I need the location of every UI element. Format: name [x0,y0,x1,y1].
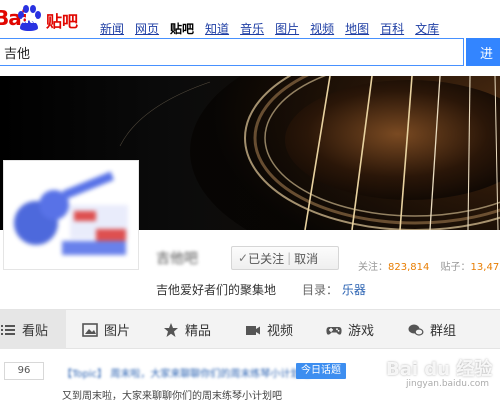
nav-web[interactable]: 网页 [135,20,159,37]
nav-zhidao[interactable]: 知道 [205,20,229,37]
forum-name: 吉他吧 [156,251,198,267]
nav-tieba[interactable]: 贴吧 [170,20,194,37]
watermark-logo-text: Bai du 经验 [386,359,493,380]
followed-label: 已关注 [248,251,285,266]
tab-label: 看贴 [22,324,49,339]
category-link[interactable]: 乐器 [342,283,366,297]
reply-count-badge: 96 [4,362,44,380]
image-icon [82,322,98,337]
forum-avatar[interactable] [3,160,139,270]
tab-groups[interactable]: 群组 [408,310,456,349]
chat-bubbles-icon [408,324,424,336]
video-icon [246,325,260,335]
nav-images[interactable]: 图片 [275,20,299,37]
gamepad-icon [326,326,342,335]
tab-label: 视频 [267,324,294,339]
search-button[interactable]: 进 [466,38,500,66]
nav-news[interactable]: 新闻 [100,20,124,37]
today-topic-badge[interactable]: 今日话题 [296,363,346,379]
check-icon: ✓ [238,251,249,265]
tab-video[interactable]: 视频 [245,310,293,349]
followers-label: 关注： [358,262,388,273]
guitar-logo-icon [14,171,128,255]
tab-games[interactable]: 游戏 [326,310,374,349]
list-icon [1,324,15,335]
top-nav: 新闻 网页 贴吧 知道 音乐 图片 视频 地图 百科 文库 [100,20,450,37]
forum-info-panel: 吉他吧 ✓ 已关注 | 取消 关注：823,814 贴子：13,473 吉他爱好… [140,230,500,297]
forum-category: 目录： 乐器 [302,281,366,298]
tab-posts[interactable]: 看贴 [0,310,66,349]
follow-divider: | [287,251,292,265]
tab-label: 精品 [185,324,212,339]
followers-count: 823,814 [388,262,430,273]
forum-stats: 关注：823,814 贴子：13,473 [358,258,500,273]
tab-featured[interactable]: 精品 [163,310,211,349]
nav-wenku[interactable]: 文库 [415,20,439,37]
nav-map[interactable]: 地图 [345,20,369,37]
tab-label: 群组 [430,324,457,339]
logo-du-text: du [21,13,37,26]
nav-video[interactable]: 视频 [310,20,334,37]
category-label: 目录： [302,283,339,297]
nav-music[interactable]: 音乐 [240,20,264,37]
thread-title-link[interactable]: 【Topic】 周末啦，大家来聊聊你们的周末练琴小计划吧 [62,365,310,380]
thread-abstract: 又到周末啦，大家来聊聊你们的周末练琴小计划吧 [62,391,282,400]
star-icon [164,322,178,337]
search-bar: 进 [0,38,500,66]
watermark-url: jingyan.baidu.com [406,379,490,389]
search-input[interactable] [0,38,464,66]
nav-baike[interactable]: 百科 [380,20,404,37]
baidu-jingyan-watermark: Bai du 经验 jingyan.baidu.com [376,351,500,400]
forum-tabs: 看贴 图片 精品 视频 游戏 群组 [0,309,500,349]
tab-images[interactable]: 图片 [82,310,130,349]
forum-slogan: 吉他爱好者们的聚集地 [156,283,277,297]
baidu-tieba-logo[interactable]: Bai du 贴吧 [0,4,86,32]
tab-label: 图片 [104,324,131,339]
posts-label: 贴子： [440,262,471,273]
logo-tieba-text: 贴吧 [46,12,79,31]
unfollow-link[interactable]: 取消 [294,250,318,267]
tab-label: 游戏 [348,324,375,339]
follow-button[interactable]: ✓ 已关注 | 取消 [231,246,339,270]
posts-count: 13,473 [470,262,500,273]
top-header: Bai du 贴吧 新闻 网页 贴吧 知道 音乐 图片 视频 地图 百科 文库 [0,0,500,38]
